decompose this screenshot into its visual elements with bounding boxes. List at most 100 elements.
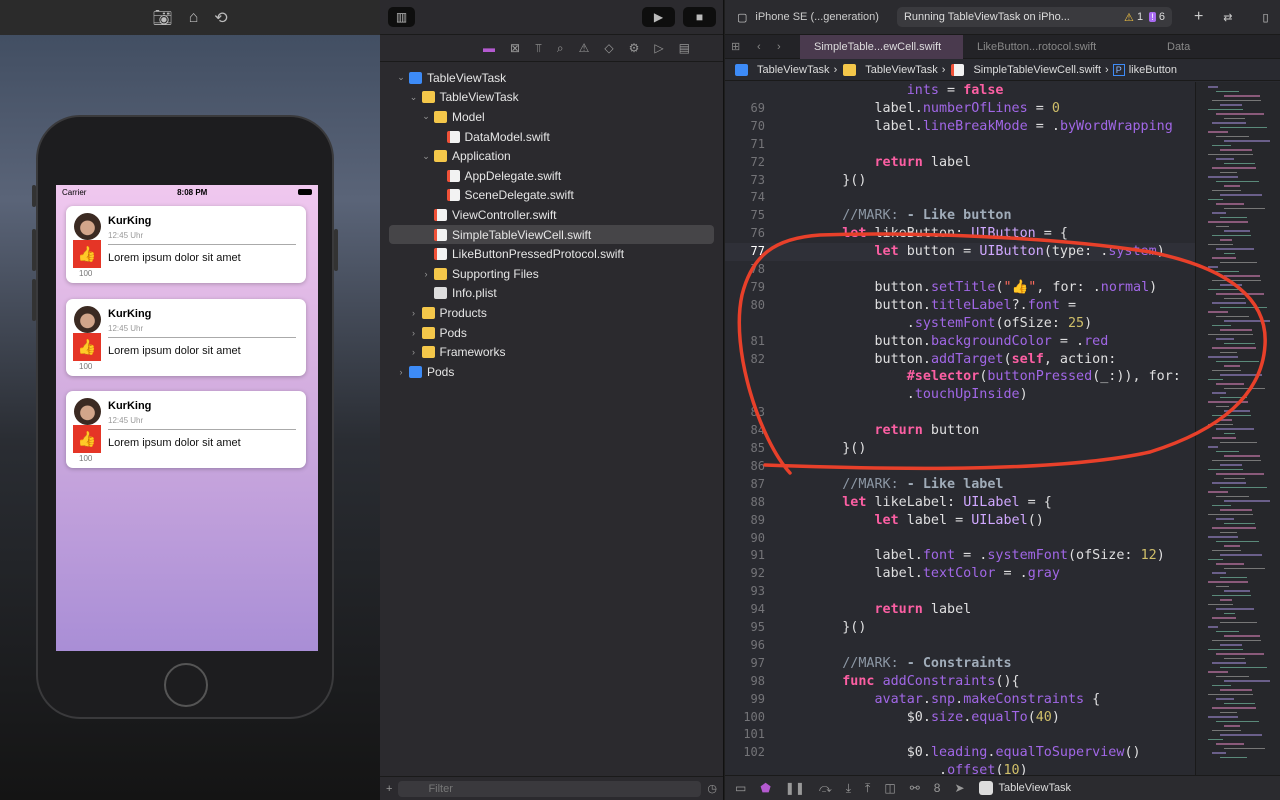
code-line[interactable]: 74	[725, 189, 1195, 207]
swap-icon[interactable]: ⇄	[1223, 11, 1232, 24]
code-line[interactable]: 102 $0.leading.equalToSuperview()	[725, 744, 1195, 762]
tab-simpletableviewcell[interactable]: SimpleTable...ewCell.swift	[800, 34, 963, 59]
run-button[interactable]: ▶	[642, 7, 675, 27]
code-line[interactable]: 81 button.backgroundColor = .red	[725, 333, 1195, 351]
search-icon[interactable]: ⌕	[557, 41, 564, 56]
sidebar-toggle-icon[interactable]: ▥	[388, 7, 415, 27]
breadcrumb-project[interactable]: TableViewTask	[757, 64, 830, 76]
code-line[interactable]: 95 }()	[725, 619, 1195, 637]
breadcrumb-group[interactable]: TableViewTask	[865, 64, 938, 76]
chevron-right-icon[interactable]: ›	[395, 367, 407, 377]
chevron-down-icon[interactable]: ⌄	[395, 72, 407, 83]
test-icon[interactable]: ◇	[604, 41, 613, 55]
code-line[interactable]: 94 return label	[725, 601, 1195, 619]
code-line[interactable]: 78	[725, 261, 1195, 279]
like-button[interactable]: 👍	[73, 240, 101, 268]
code-line[interactable]: 70 label.lineBreakMode = .byWordWrapping	[725, 118, 1195, 136]
code-line[interactable]: 88 let likeLabel: UILabel = {	[725, 494, 1195, 512]
breakpoint-icon[interactable]: ▷	[654, 41, 663, 55]
device-selector[interactable]: iPhone SE (...generation)	[755, 11, 879, 23]
environment-icon[interactable]: 8	[934, 781, 941, 795]
file-tree-item[interactable]: ⌄ Model	[389, 107, 714, 127]
scheme-icon[interactable]: ▢	[737, 11, 747, 24]
screenshot-icon[interactable]: 📷︎	[152, 8, 172, 28]
code-line[interactable]: 83	[725, 404, 1195, 422]
filter-input[interactable]: Filter	[398, 780, 702, 797]
location-icon[interactable]: ➤	[954, 781, 964, 795]
home-button[interactable]	[164, 663, 208, 707]
code-line[interactable]: 98 func addConstraints(){	[725, 673, 1195, 691]
breadcrumb-file[interactable]: SimpleTableViewCell.swift	[973, 64, 1101, 76]
breadcrumb-symbol[interactable]: likeButton	[1129, 64, 1177, 76]
warning-icon[interactable]: ⚠	[579, 41, 590, 55]
rotate-icon[interactable]: ⟲	[214, 8, 227, 28]
code-line[interactable]: 101	[725, 726, 1195, 744]
code-line[interactable]: 87 //MARK: - Like label	[725, 476, 1195, 494]
code-line[interactable]: 97 //MARK: - Constraints	[725, 655, 1195, 673]
tab-datamodel[interactable]: Data	[1153, 35, 1204, 59]
code-line[interactable]: 85 }()	[725, 440, 1195, 458]
code-line[interactable]: 86	[725, 458, 1195, 476]
file-tree-item[interactable]: SceneDelegate.swift	[389, 186, 714, 206]
step-out-icon[interactable]: ⤒	[865, 781, 870, 796]
add-icon[interactable]: +	[1194, 8, 1203, 26]
file-tree-item[interactable]: ⌄ TableViewTask	[389, 68, 714, 88]
back-icon[interactable]: ‹	[757, 41, 761, 53]
home-icon[interactable]: ⌂	[189, 9, 199, 27]
chevron-down-icon[interactable]: ⌄	[420, 111, 432, 122]
source-control-icon[interactable]: ⊠	[510, 41, 520, 55]
code-line[interactable]: 79 button.setTitle("👍", for: .normal)	[725, 279, 1195, 297]
like-button[interactable]: 👍	[73, 332, 101, 361]
code-line[interactable]: 75 //MARK: - Like button	[725, 207, 1195, 225]
code-line[interactable]: .systemFont(ofSize: 25)	[725, 315, 1195, 333]
file-tree-item[interactable]: ViewController.swift	[389, 205, 714, 225]
folder-icon[interactable]: ▬	[483, 41, 495, 55]
file-tree-item[interactable]: SimpleTableViewCell.swift	[389, 224, 714, 245]
code-line[interactable]: ints = false	[725, 82, 1195, 100]
chevron-down-icon[interactable]: ⌄	[420, 151, 432, 162]
step-into-icon[interactable]: ⤓	[846, 781, 851, 796]
file-tree-item[interactable]: › Supporting Files	[389, 264, 714, 284]
code-line[interactable]: #selector(buttonPressed(_:)), for:	[725, 368, 1195, 386]
memory-graph-icon[interactable]: ⚯	[910, 781, 920, 795]
chevron-right-icon[interactable]: ›	[420, 269, 432, 279]
code-line[interactable]: .offset(10)	[725, 762, 1195, 775]
code-line[interactable]: 71	[725, 136, 1195, 154]
chevron-right-icon[interactable]: ›	[408, 328, 420, 338]
code-line[interactable]: 77 let button = UIButton(type: .system)	[725, 243, 1195, 261]
file-tree-item[interactable]: › Products	[389, 303, 714, 323]
stop-button[interactable]: ■	[683, 7, 716, 27]
code-line[interactable]: 100 $0.size.equalTo(40)	[725, 709, 1195, 727]
hierarchy-icon[interactable]: ⫪	[535, 41, 542, 56]
report-icon[interactable]: ▤	[679, 41, 690, 55]
code-line[interactable]: .touchUpInside)	[725, 386, 1195, 404]
code-line[interactable]: 92 label.textColor = .gray	[725, 565, 1195, 583]
forward-icon[interactable]: ›	[777, 41, 781, 53]
grid-icon[interactable]: ⊞	[731, 40, 740, 53]
file-tree-item[interactable]: › Pods	[389, 323, 714, 343]
code-line[interactable]: 80 button.titleLabel?.font =	[725, 297, 1195, 315]
code-line[interactable]: 84 return button	[725, 422, 1195, 440]
like-button[interactable]: 👍	[73, 425, 101, 453]
minimap[interactable]	[1195, 82, 1280, 775]
pause-icon[interactable]: ❚❚	[785, 781, 805, 795]
code-line[interactable]: 82 button.addTarget(self, action:	[725, 351, 1195, 369]
code-line[interactable]: 73 }()	[725, 172, 1195, 190]
debug-icon[interactable]: ⚙	[629, 41, 640, 55]
code-line[interactable]: 96	[725, 637, 1195, 655]
file-tree-item[interactable]: ⌄ TableViewTask	[389, 88, 714, 108]
code-line[interactable]: 91 label.font = .systemFont(ofSize: 12)	[725, 547, 1195, 565]
chevron-right-icon[interactable]: ›	[408, 347, 420, 357]
code-line[interactable]: 90	[725, 530, 1195, 548]
file-tree-item[interactable]: LikeButtonPressedProtocol.swift	[389, 244, 714, 264]
hide-debug-icon[interactable]: ▭	[735, 781, 746, 795]
tab-likebuttonprotocol[interactable]: LikeButton...rotocol.swift	[963, 35, 1153, 59]
code-line[interactable]: 93	[725, 583, 1195, 601]
chevron-down-icon[interactable]: ⌄	[408, 92, 420, 103]
step-over-icon[interactable]: ⤼	[819, 781, 832, 796]
breakpoints-toggle-icon[interactable]: ⬟	[760, 781, 770, 795]
file-tree-item[interactable]: › Frameworks	[389, 342, 714, 362]
inspector-toggle-icon[interactable]: ▯	[1263, 11, 1269, 24]
file-tree-item[interactable]: › Pods	[389, 362, 714, 382]
code-line[interactable]: 76 let likeButton: UIButton = {	[725, 225, 1195, 243]
